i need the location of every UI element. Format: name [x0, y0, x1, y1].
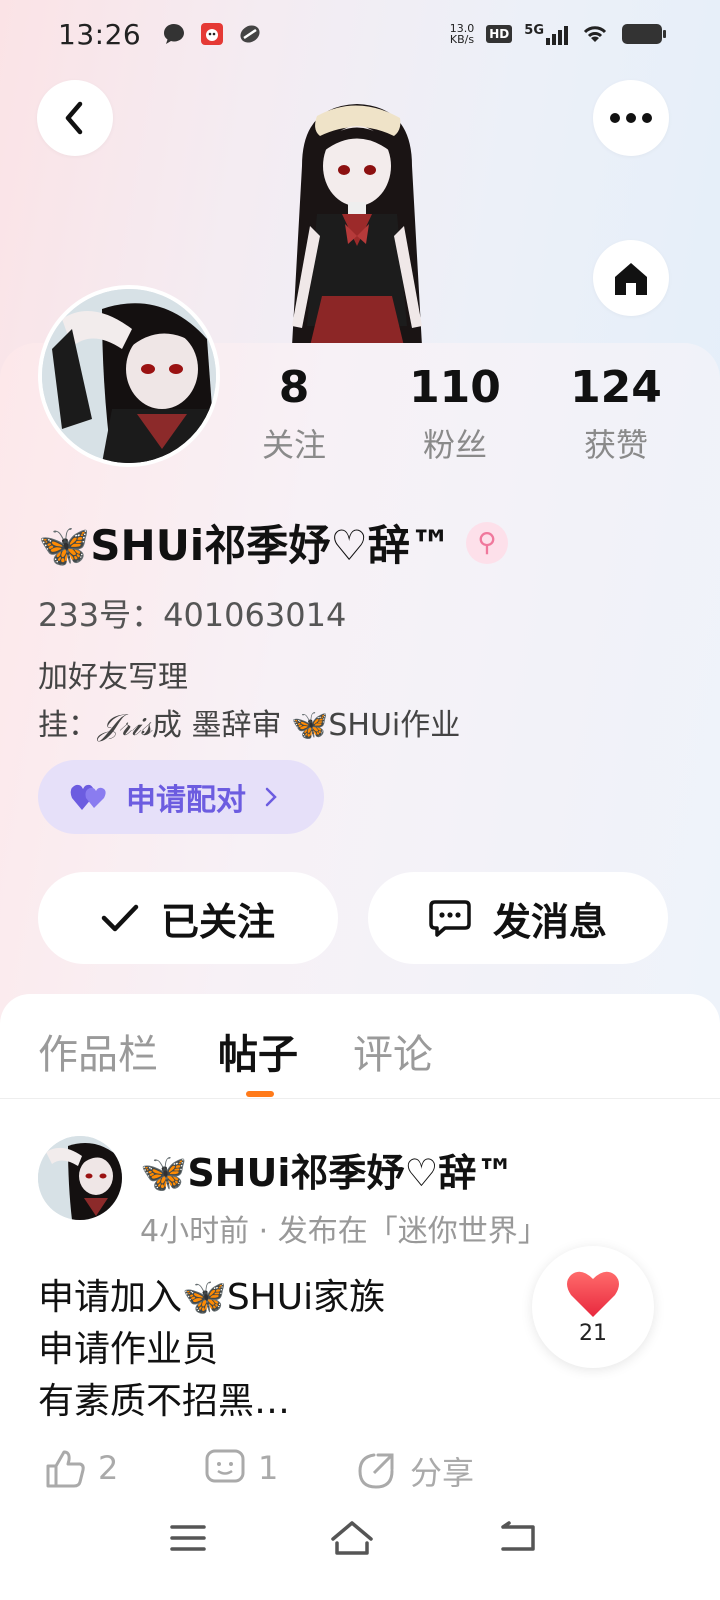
heart-icon: [567, 1271, 619, 1317]
post-comment-action[interactable]: 1: [204, 1448, 278, 1488]
status-time: 13:26: [58, 17, 142, 51]
post-share-action[interactable]: 分享: [356, 1448, 474, 1494]
home-outline-icon: [331, 1521, 373, 1555]
bio-prefix: 挂：: [38, 708, 98, 743]
chevron-right-icon: [265, 787, 277, 807]
send-message-label: 发消息: [492, 899, 607, 944]
more-options-button[interactable]: [593, 80, 669, 156]
back-arrow-icon: [501, 1521, 535, 1551]
net-speed-unit: KB/s: [449, 33, 475, 46]
post-like-action[interactable]: 2: [44, 1448, 118, 1488]
link-icon: [240, 25, 260, 43]
post-author-name[interactable]: 🦋SHUi祁季妤♡辞™: [140, 1142, 514, 1197]
profile-nickname-row: 🦋SHUi祁季妤♡辞™ ⚲: [38, 512, 508, 573]
tab-posts[interactable]: 帖子: [218, 1022, 298, 1080]
post-body[interactable]: 申请加入🦋SHUi家族 申请作业员 有素质不招黑…: [38, 1272, 385, 1428]
active-tab-indicator: [246, 1091, 274, 1097]
stat-fans[interactable]: 110 粉丝: [375, 360, 535, 466]
profile-bio-line2: 挂：𝒥𝓇𝒾𝓈成 墨辞审 🦋SHUi作业: [38, 700, 460, 744]
post-meta: 4小时前 · 发布在「迷你世界」: [140, 1214, 548, 1249]
profile-nickname: 🦋SHUi祁季妤♡辞™: [38, 521, 452, 570]
network-type-label: 5G: [524, 23, 544, 38]
profile-bio-line1: 加好友写理: [38, 660, 188, 695]
bio-iris-text: 𝒥𝓇𝒾𝓈: [98, 708, 152, 743]
message-bubble-icon: [429, 900, 471, 937]
more-dots-icon: [610, 113, 652, 123]
post-body-line: 有素质不招黑…: [38, 1381, 291, 1422]
stat-likes[interactable]: 124 获赞: [536, 360, 696, 466]
send-message-button[interactable]: 发消息: [368, 872, 668, 964]
stat-following[interactable]: 8 关注: [214, 360, 374, 466]
post-body-line: 申请加入🦋SHUi家族: [38, 1277, 386, 1318]
battery-icon: [622, 24, 666, 44]
net-speed: 13.0 KB/s: [450, 23, 475, 45]
system-navigation-bar: [0, 1490, 720, 1600]
following-button[interactable]: 已关注: [38, 872, 338, 964]
post-author-avatar[interactable]: [38, 1136, 122, 1220]
tab-divider: [0, 1098, 720, 1099]
tab-comments[interactable]: 评论: [353, 1022, 433, 1080]
share-icon: [358, 1453, 394, 1489]
tab-works[interactable]: 作品栏: [38, 1022, 158, 1080]
stat-fans-label: 粉丝: [422, 426, 487, 464]
stat-following-value: 8: [278, 362, 310, 413]
status-bar: 13:26 13.0 KB/s HD 5G: [0, 0, 720, 68]
post-like-count: 2: [98, 1449, 119, 1487]
profile-tabs: 作品栏 帖子 评论: [0, 1022, 720, 1098]
chat-bubble-icon: [164, 24, 185, 44]
profile-stats: 8 关注 110 粉丝 124 获赞: [0, 360, 720, 470]
floating-like-button[interactable]: 21: [532, 1246, 654, 1368]
status-right-group: 13.0 KB/s HD 5G: [450, 22, 666, 46]
nav-menu-button[interactable]: [148, 1508, 228, 1568]
apply-pair-label: 申请配对: [126, 783, 246, 818]
wifi-icon: [583, 26, 607, 42]
following-label: 已关注: [160, 899, 275, 944]
back-button[interactable]: [37, 80, 113, 156]
stat-likes-value: 124: [570, 362, 662, 413]
signal-bars-icon: [546, 23, 568, 45]
post-body-line: 申请作业员: [38, 1329, 219, 1370]
home-icon: [615, 263, 647, 295]
post-comment-count: 1: [258, 1449, 279, 1487]
nav-back-button[interactable]: [478, 1508, 558, 1568]
chevron-left-icon: [65, 101, 83, 135]
floating-like-count: 21: [579, 1320, 607, 1346]
app-notification-icon: [201, 23, 224, 45]
post-share-label: 分享: [410, 1454, 475, 1492]
status-notification-icons: [161, 21, 263, 47]
home-button[interactable]: [593, 240, 669, 316]
double-heart-icon: [70, 784, 106, 810]
stat-likes-label: 获赞: [583, 426, 648, 464]
gender-female-icon: ⚲: [465, 521, 508, 564]
nav-home-button[interactable]: [312, 1508, 392, 1568]
profile-uid: 233号：401063014: [38, 596, 347, 634]
comment-icon: [205, 1449, 245, 1483]
thumbs-up-icon: [46, 1450, 85, 1488]
checkmark-icon: [101, 904, 139, 932]
menu-icon: [170, 1525, 206, 1551]
stat-following-label: 关注: [261, 426, 326, 464]
profile-character-image: [262, 96, 452, 348]
hd-badge: HD: [486, 25, 513, 43]
cellular-signal: 5G: [524, 23, 568, 45]
bio-rest: 成 墨辞审 🦋SHUi作业: [151, 708, 461, 743]
stat-fans-value: 110: [409, 362, 501, 413]
apply-pair-button[interactable]: 申请配对: [38, 760, 324, 834]
